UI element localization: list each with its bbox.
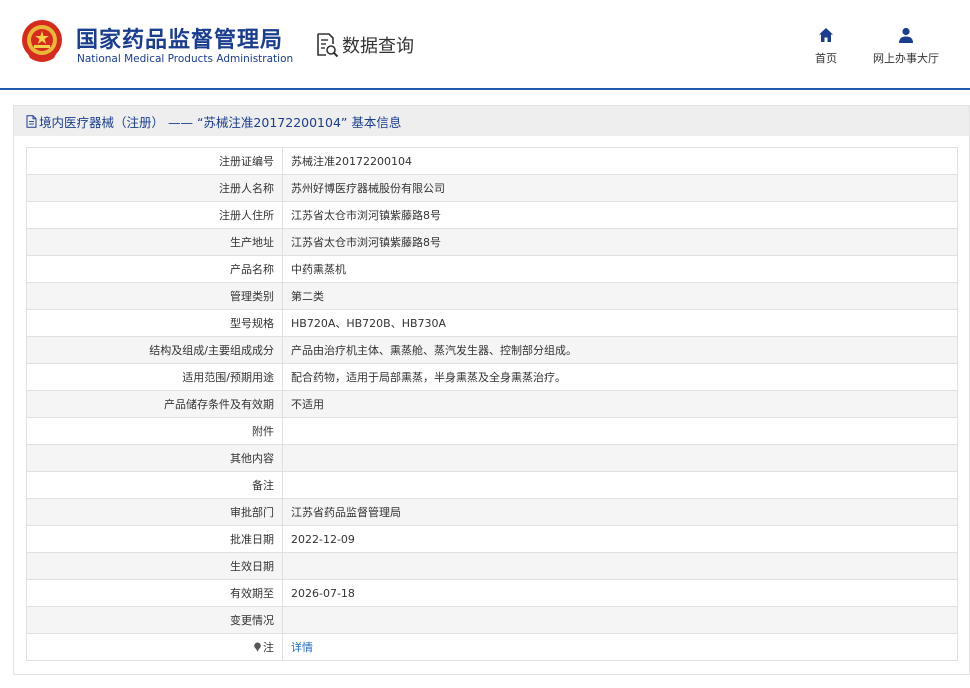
nav-home-label: 首页 <box>815 52 837 65</box>
table-row: 生产地址 江苏省太仓市浏河镇紫藤路8号 <box>26 228 958 256</box>
row-label: 审批部门 <box>26 498 283 526</box>
nav-online-hall-label: 网上办事大厅 <box>873 52 939 65</box>
row-label: 批准日期 <box>26 525 283 553</box>
row-value <box>282 552 958 580</box>
table-row: 有效期至 2026-07-18 <box>26 579 958 607</box>
row-value: 中药熏蒸机 <box>282 255 958 283</box>
table-row: 结构及组成/主要组成成分 产品由治疗机主体、熏蒸舱、蒸汽发生器、控制部分组成。 <box>26 336 958 364</box>
row-value <box>282 471 958 499</box>
row-value: 江苏省药品监督管理局 <box>282 498 958 526</box>
table-row: 型号规格 HB720A、HB720B、HB730A <box>26 309 958 337</box>
table-row: 变更情况 <box>26 606 958 634</box>
header-divider <box>0 88 970 90</box>
note-label: 注 <box>263 641 274 654</box>
row-label: 管理类别 <box>26 282 283 310</box>
row-label: 附件 <box>26 417 283 445</box>
table-row: 批准日期 2022-12-09 <box>26 525 958 553</box>
table-row-note: 注 详情 <box>26 633 958 661</box>
row-value <box>282 444 958 472</box>
panel-title: 境内医疗器械（注册） —— “苏械注准20172200104” 基本信息 <box>39 114 402 130</box>
table-row: 产品储存条件及有效期 不适用 <box>26 390 958 418</box>
note-value-cell: 详情 <box>282 633 958 661</box>
row-label: 其他内容 <box>26 444 283 472</box>
row-value: 江苏省太仓市浏河镇紫藤路8号 <box>282 201 958 229</box>
data-query-heading: 数据查询 <box>315 32 414 58</box>
document-search-icon <box>317 33 339 58</box>
row-value: 2022-12-09 <box>282 525 958 553</box>
row-label: 产品储存条件及有效期 <box>26 390 283 418</box>
row-label: 生产地址 <box>26 228 283 256</box>
row-value: 第二类 <box>282 282 958 310</box>
national-emblem-icon[interactable] <box>20 18 64 64</box>
table-row: 适用范围/预期用途 配合药物，适用于局部熏蒸，半身熏蒸及全身熏蒸治疗。 <box>26 363 958 391</box>
table-row: 注册人名称 苏州好博医疗器械股份有限公司 <box>26 174 958 202</box>
row-label: 变更情况 <box>26 606 283 634</box>
table-row: 生效日期 <box>26 552 958 580</box>
site-name-english[interactable]: National Medical Products Administration <box>77 53 293 65</box>
table-row: 备注 <box>26 471 958 499</box>
user-icon <box>899 27 913 43</box>
details-link[interactable]: 详情 <box>291 641 313 654</box>
nav-online-hall[interactable]: 网上办事大厅 <box>868 26 944 66</box>
row-label: 备注 <box>26 471 283 499</box>
row-label: 结构及组成/主要组成成分 <box>26 336 283 364</box>
pin-icon <box>254 642 261 652</box>
data-query-label: 数据查询 <box>342 36 414 57</box>
row-value: 苏州好博医疗器械股份有限公司 <box>282 174 958 202</box>
row-label: 注册人住所 <box>26 201 283 229</box>
row-label: 生效日期 <box>26 552 283 580</box>
row-value: HB720A、HB720B、HB730A <box>282 309 958 337</box>
table-row: 附件 <box>26 417 958 445</box>
row-value: 2026-07-18 <box>282 579 958 607</box>
row-value: 配合药物，适用于局部熏蒸，半身熏蒸及全身熏蒸治疗。 <box>282 363 958 391</box>
row-value: 江苏省太仓市浏河镇紫藤路8号 <box>282 228 958 256</box>
registration-info-table: 注册证编号 苏械注准20172200104 注册人名称 苏州好博医疗器械股份有限公司… <box>26 147 958 661</box>
table-row: 注册证编号 苏械注准20172200104 <box>26 147 958 175</box>
row-label: 产品名称 <box>26 255 283 283</box>
row-value: 不适用 <box>282 390 958 418</box>
device-info-panel: 境内医疗器械（注册） —— “苏械注准20172200104” 基本信息 注册证… <box>13 105 970 675</box>
row-value: 苏械注准20172200104 <box>282 147 958 175</box>
row-value <box>282 606 958 634</box>
table-row: 注册人住所 江苏省太仓市浏河镇紫藤路8号 <box>26 201 958 229</box>
home-icon <box>819 28 833 42</box>
panel-title-bar: 境内医疗器械（注册） —— “苏械注准20172200104” 基本信息 <box>14 106 969 136</box>
table-row: 审批部门 江苏省药品监督管理局 <box>26 498 958 526</box>
row-label: 注册证编号 <box>26 147 283 175</box>
row-value: 产品由治疗机主体、熏蒸舱、蒸汽发生器、控制部分组成。 <box>282 336 958 364</box>
row-label: 注册人名称 <box>26 174 283 202</box>
site-name[interactable]: 国家药品监督管理局 <box>76 22 283 54</box>
table-row: 其他内容 <box>26 444 958 472</box>
note-label-cell: 注 <box>26 633 283 661</box>
row-label: 适用范围/预期用途 <box>26 363 283 391</box>
table-row: 管理类别 第二类 <box>26 282 958 310</box>
row-value <box>282 417 958 445</box>
row-label: 型号规格 <box>26 309 283 337</box>
row-label: 有效期至 <box>26 579 283 607</box>
document-icon <box>26 114 37 128</box>
nav-home[interactable]: 首页 <box>810 26 842 66</box>
table-row: 产品名称 中药熏蒸机 <box>26 255 958 283</box>
site-header: 国家药品监督管理局 National Medical Products Admi… <box>0 0 970 88</box>
